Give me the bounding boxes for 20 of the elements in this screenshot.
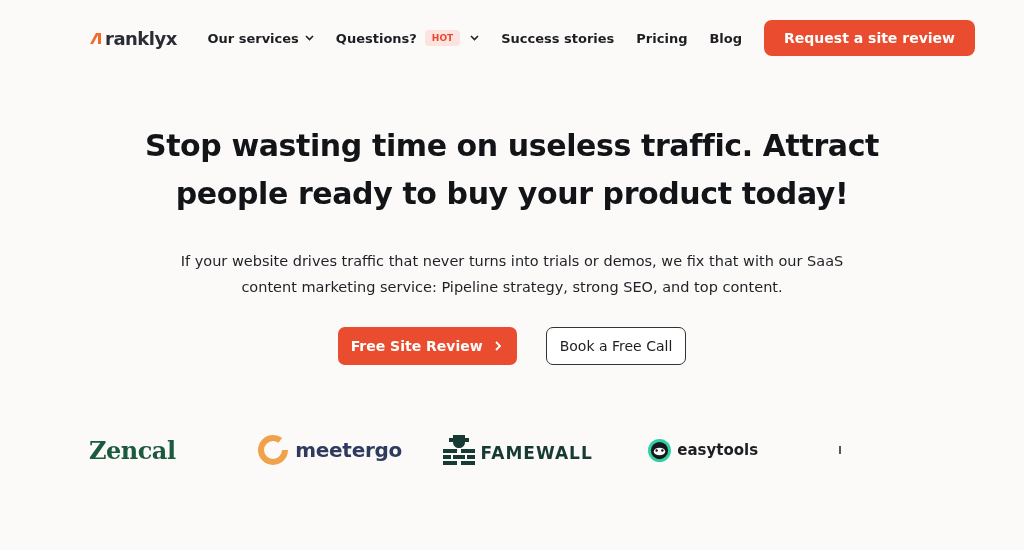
hero-description: If your website drives traffic that never turns into trials or demos, we fix that with our SaaS content marketing service: Pipeline strategy, strong SEO, and top content. xyxy=(179,252,845,297)
nav-link[interactable]: Pricing xyxy=(636,30,688,46)
hot-badge: HOT xyxy=(424,30,461,46)
client-logo: easytools xyxy=(677,441,759,459)
book-call-button[interactable]: Book a Free Call xyxy=(545,327,687,365)
client-logo: Zencal xyxy=(89,435,176,465)
client-logo: FAMEWALL xyxy=(480,443,593,463)
brand-name: ranklyx xyxy=(105,27,177,49)
hero-headline: Stop wasting time on useless traffic. Attract people ready to buy your product today! xyxy=(143,127,881,213)
ring-logo-icon xyxy=(257,434,290,466)
free-site-review-button[interactable]: Free Site Review xyxy=(337,327,517,365)
sloth-logo-icon xyxy=(648,438,672,462)
nav-link[interactable]: Our services xyxy=(207,30,314,46)
chevron-right-icon xyxy=(494,341,501,351)
request-review-button[interactable]: Request a site review xyxy=(764,20,975,56)
client-logo: meetergo xyxy=(295,438,402,462)
trophy-wall-icon xyxy=(442,434,475,466)
nav-link[interactable]: Success stories xyxy=(501,30,615,46)
nav-link[interactable]: Blog xyxy=(709,30,743,46)
nav-link[interactable]: Questions? HOT xyxy=(335,30,480,46)
